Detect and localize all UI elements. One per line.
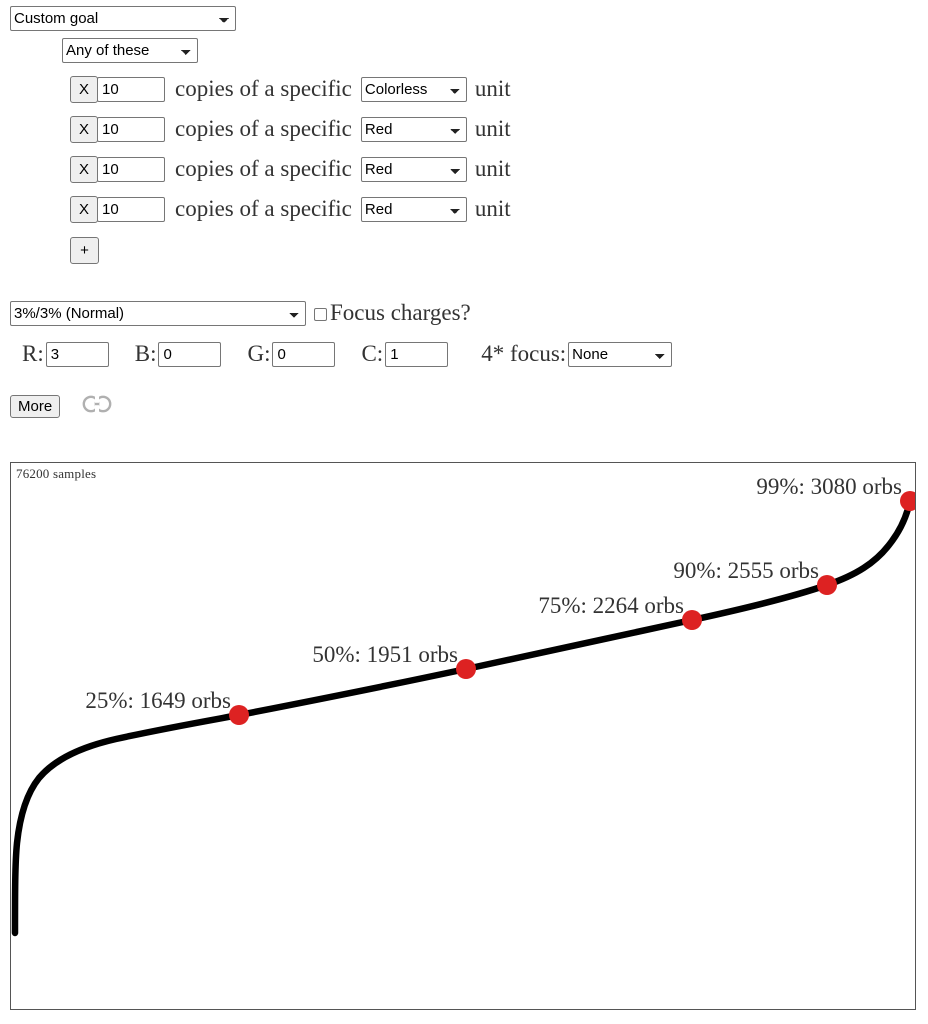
link-icon[interactable] (80, 394, 114, 419)
rate-settings-row: 3%/3% (Normal) Focus charges? (0, 300, 928, 326)
percentile-point (682, 610, 702, 630)
copy-rows-list: X copies of a specific Colorless unit X … (0, 63, 928, 269)
unit-color-select[interactable]: Red (360, 116, 467, 142)
percentile-point (817, 575, 837, 595)
app-root: Custom goal Any of these X copies of a s… (0, 0, 928, 1024)
remove-row-button[interactable]: X (70, 155, 98, 183)
copy-count-input[interactable] (97, 156, 165, 182)
unit-color-select[interactable]: Colorless (360, 76, 467, 102)
copy-row-label: copies of a specific (175, 116, 352, 141)
chart-canvas: 25%: 1649 orbs 50%: 1951 orbs 75%: 2264 … (11, 474, 915, 937)
colorless-pool-label: C: (361, 341, 384, 366)
copy-row: X copies of a specific Colorless unit (70, 69, 928, 109)
focus-charges-label: Focus charges? (330, 300, 471, 325)
percentile-point (229, 705, 249, 725)
distribution-chart: 76200 samples 25%: 1649 orbs 50%: 1951 o… (10, 462, 916, 1010)
unit-word-label: unit (474, 156, 511, 181)
copy-count-input[interactable] (97, 196, 165, 222)
copy-row-label: copies of a specific (175, 76, 352, 101)
unit-color-select[interactable]: Red (360, 196, 467, 222)
copy-row: X copies of a specific Red unit (70, 109, 928, 149)
actions-row: More (0, 394, 928, 419)
green-pool-label: G: (247, 341, 271, 366)
copy-count-input[interactable] (97, 76, 165, 102)
percentile-point (900, 491, 915, 511)
copy-row: X copies of a specific Red unit (70, 149, 928, 189)
pool-counts-row: R: B: G: C: 4* focus: None (0, 341, 928, 367)
percentile-label: 50%: 1951 orbs (312, 642, 458, 667)
unit-word-label: unit (474, 116, 511, 141)
blue-pool-label: B: (134, 341, 157, 366)
colorless-pool-input[interactable] (385, 341, 449, 367)
rate-select[interactable]: 3%/3% (Normal) (10, 300, 306, 326)
samples-label: 76200 samples (16, 466, 97, 481)
four-star-focus-select[interactable]: None (568, 341, 673, 367)
remove-row-button[interactable]: X (70, 115, 98, 143)
percentile-point (456, 659, 476, 679)
red-pool-label: R: (22, 341, 44, 366)
more-button[interactable]: More (10, 395, 61, 418)
focus-charges-checkbox[interactable] (314, 307, 327, 321)
copy-count-input[interactable] (97, 116, 165, 142)
unit-word-label: unit (474, 196, 511, 221)
match-mode-row: Any of these (0, 31, 928, 63)
green-pool-input[interactable] (272, 341, 336, 367)
add-row-button[interactable]: + (70, 237, 99, 264)
red-pool-input[interactable] (45, 341, 109, 367)
remove-row-button[interactable]: X (70, 195, 98, 223)
percentile-label: 99%: 3080 orbs (756, 474, 902, 499)
copy-row-label: copies of a specific (175, 196, 352, 221)
match-mode-select[interactable]: Any of these (62, 38, 198, 63)
unit-color-select[interactable]: Red (360, 156, 467, 182)
add-row-container: + (70, 229, 928, 269)
goal-select-row: Custom goal (0, 0, 928, 31)
percentile-label: 90%: 2555 orbs (673, 558, 819, 583)
four-star-focus-label: 4* focus: (481, 341, 567, 366)
percentile-label: 75%: 2264 orbs (538, 593, 684, 618)
remove-row-button[interactable]: X (70, 75, 98, 103)
blue-pool-input[interactable] (158, 341, 222, 367)
percentile-label: 25%: 1649 orbs (85, 688, 231, 713)
copy-row: X copies of a specific Red unit (70, 189, 928, 229)
unit-word-label: unit (474, 76, 511, 101)
copy-row-label: copies of a specific (175, 156, 352, 181)
goal-select[interactable]: Custom goal (10, 6, 236, 31)
